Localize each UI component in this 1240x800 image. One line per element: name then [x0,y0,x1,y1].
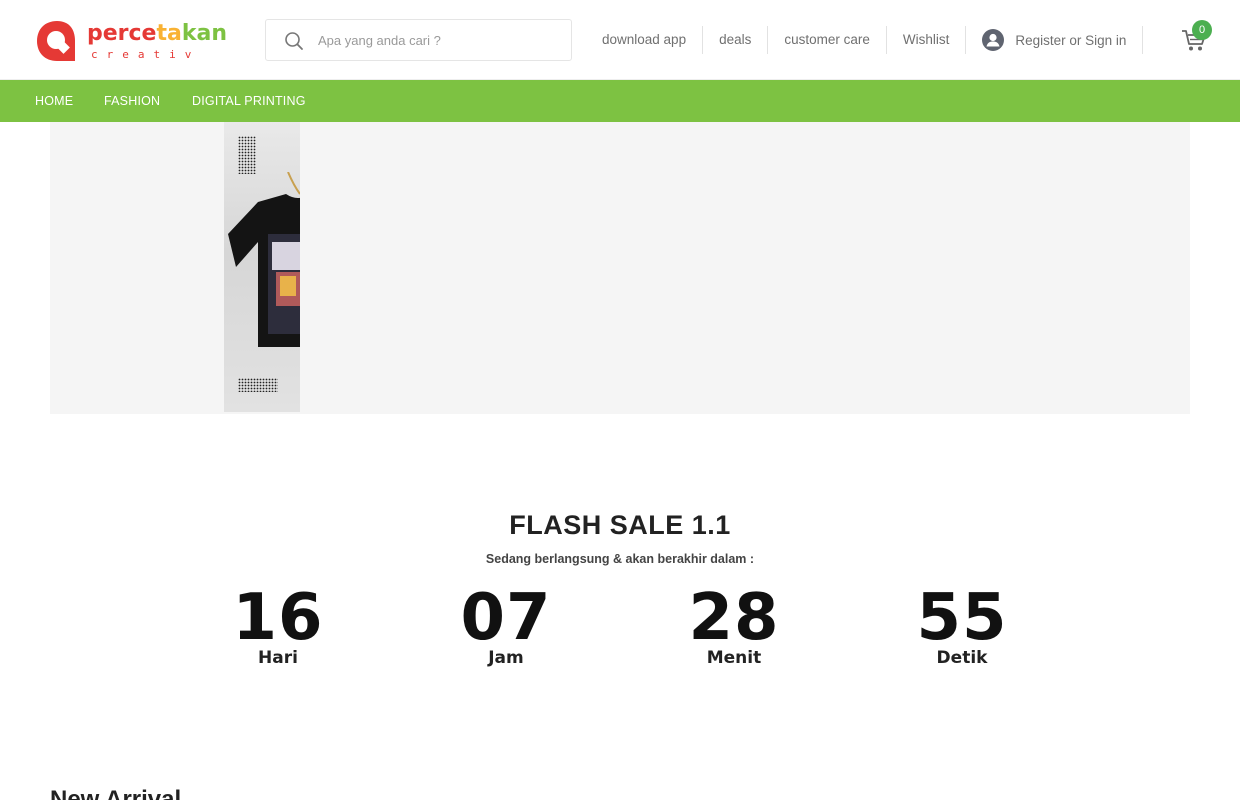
user-icon [982,29,1005,51]
account-link[interactable]: Register or Sign in [966,26,1144,54]
logo-mark-icon [35,19,79,63]
search-box[interactable] [265,19,572,61]
dot-pattern-icon [238,378,278,392]
countdown-hours: 07 Jam [416,582,596,668]
flash-sale-title: FLASH SALE 1.1 [509,510,731,540]
logo-subtitle: creativ [91,47,201,61]
nav-item-home[interactable]: HOME [35,80,73,122]
top-links: download app deals customer care Wishlis… [594,26,1144,54]
flash-sale-subtitle: Sedang berlangsung & akan berakhir dalam… [485,552,755,566]
countdown-label: Hari [258,648,298,668]
nav-item-digital-printing[interactable]: DIGITAL PRINTING [192,80,306,122]
countdown-value: 28 [688,581,780,655]
hero-banner[interactable] [50,122,1190,414]
brand-logo[interactable]: percetakan creativ [35,19,235,63]
countdown-days: 16 Hari [188,582,368,668]
customer-care-link[interactable]: customer care [768,26,887,54]
countdown-minutes: 28 Menit [644,582,824,668]
deals-link[interactable]: deals [703,26,769,54]
site-header: percetakan creativ download app deals cu… [0,0,1240,80]
account-label: Register or Sign in [1015,32,1127,48]
download-app-link[interactable]: download app [594,26,704,54]
dot-pattern-icon [238,136,256,174]
countdown-label: Jam [488,648,524,668]
countdown-label: Detik [936,648,988,668]
search-input[interactable] [318,20,558,60]
countdown-label: Menit [706,648,762,668]
cart-button[interactable]: 0 [1180,20,1212,56]
new-arrival-heading: New Arrival [50,786,182,800]
tshirt-icon [228,172,300,347]
logo-wordmark: percetakan [87,20,227,46]
cart-count-badge: 0 [1192,20,1212,40]
main-nav: HOME FASHION DIGITAL PRINTING [0,80,1240,122]
banner-product-image [224,122,300,412]
nav-item-fashion[interactable]: FASHION [104,80,160,122]
wishlist-link[interactable]: Wishlist [887,26,967,54]
countdown-seconds: 55 Detik [872,582,1052,668]
countdown-value: 16 [232,581,324,655]
countdown-value: 55 [916,581,1008,655]
countdown-value: 07 [460,581,552,655]
search-icon[interactable] [284,31,304,51]
